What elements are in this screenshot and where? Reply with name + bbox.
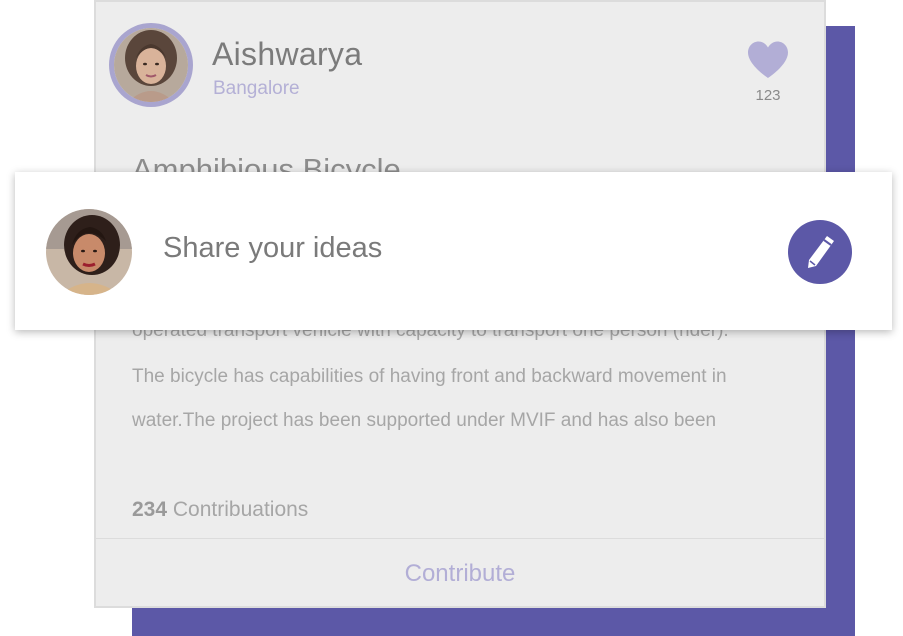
like-count: 123	[755, 87, 781, 104]
author-name: Aishwarya	[212, 36, 363, 72]
author-avatar[interactable]	[109, 23, 193, 107]
stage: Aishwarya Bangalore 123 Amphibious Bicyc…	[0, 0, 903, 636]
contributions-count: 234	[132, 498, 168, 521]
description-line: The bicycle has capabilities of having f…	[132, 366, 727, 387]
contribute-button[interactable]: Contribute	[96, 539, 824, 608]
heart-icon[interactable]	[746, 40, 790, 80]
author-avatar-image	[114, 28, 188, 102]
share-ideas-input[interactable]: Share your ideas	[163, 232, 763, 265]
author-location: Bangalore	[213, 78, 300, 99]
description-line: water.The project has been supported und…	[132, 410, 717, 431]
contributions-label: Contribuations	[172, 498, 309, 521]
current-user-portrait-graphic	[46, 209, 132, 295]
author-portrait-graphic	[114, 28, 188, 102]
share-idea-bar: Share your ideas	[15, 172, 892, 330]
current-user-avatar[interactable]	[46, 209, 132, 295]
pencil-icon[interactable]	[788, 220, 852, 284]
contributions-summary: 234 Contribuations	[132, 498, 308, 522]
